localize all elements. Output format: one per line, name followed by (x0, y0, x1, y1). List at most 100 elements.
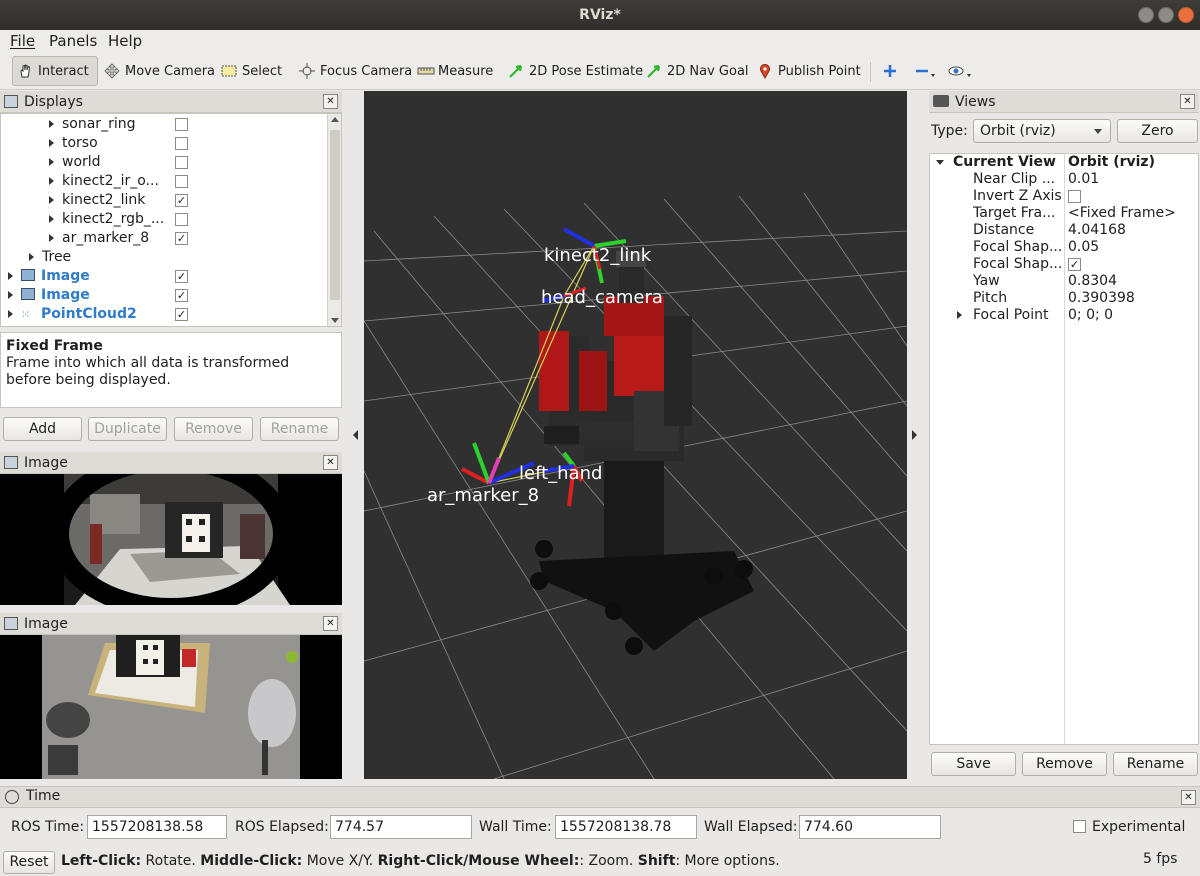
tree-item-kinect2-rgb[interactable]: kinect2_rgb_... (49, 210, 164, 229)
prop-row-yaw[interactable]: Yaw 0.8304 (930, 273, 1198, 290)
rename-display-button[interactable]: Rename (260, 417, 339, 441)
expand-arrow-icon[interactable] (49, 139, 54, 147)
prop-value[interactable]: <Fixed Frame> (1068, 205, 1176, 222)
scrollbar-thumb[interactable] (330, 130, 340, 300)
checkbox-torso[interactable] (175, 137, 188, 150)
focal-shape-checkbox[interactable]: ✓ (1068, 258, 1081, 271)
remove-view-button[interactable]: Remove (1022, 752, 1107, 776)
prop-value[interactable]: 0; 0; 0 (1068, 307, 1113, 324)
expand-arrow-icon[interactable] (8, 291, 13, 299)
minimize-button[interactable] (1138, 7, 1154, 23)
scroll-up-icon[interactable] (331, 117, 339, 122)
checkbox-world[interactable] (175, 156, 188, 169)
view-type-select[interactable]: Orbit (rviz) (973, 119, 1111, 143)
collapse-right-arrow-icon[interactable] (912, 430, 917, 440)
prop-row-focal-shape-fixed[interactable]: Focal Shap... ✓ (930, 256, 1198, 273)
close-time-button[interactable]: ✕ (1181, 790, 1196, 805)
expand-arrow-icon[interactable] (8, 272, 13, 280)
2d-pose-estimate-tool[interactable]: 2D Pose Estimate (504, 56, 647, 86)
duplicate-display-button[interactable]: Duplicate (88, 417, 167, 441)
move-camera-tool[interactable]: Move Camera (100, 56, 219, 86)
expand-arrow-icon[interactable] (8, 310, 13, 318)
tree-item-pointcloud2[interactable]: ⁙ PointCloud2 (8, 305, 137, 324)
tree-item-image-2[interactable]: Image (8, 286, 90, 305)
checkbox-kinect2-ir[interactable] (175, 175, 188, 188)
experimental-checkbox[interactable] (1073, 820, 1086, 833)
tf-label-ar-marker-8: ar_marker_8 (427, 485, 539, 506)
interact-tool[interactable]: Interact (12, 56, 98, 86)
prop-row-distance[interactable]: Distance 4.04168 (930, 222, 1198, 239)
current-view-row[interactable]: Current View Orbit (rviz) (930, 154, 1198, 171)
invert-z-checkbox[interactable] (1068, 190, 1081, 203)
add-display-button[interactable]: Add (3, 417, 82, 441)
reset-button[interactable]: Reset (3, 851, 55, 874)
wall-time-field[interactable]: 1557208138.78 (555, 815, 697, 839)
2d-nav-goal-tool[interactable]: 2D Nav Goal (642, 56, 753, 86)
select-tool[interactable]: Select (217, 56, 286, 86)
prop-value[interactable]: 0.390398 (1068, 290, 1135, 307)
prop-row-focal-shape-size[interactable]: Focal Shap... 0.05 (930, 239, 1198, 256)
rename-view-button[interactable]: Rename (1113, 752, 1198, 776)
prop-value[interactable]: 0.05 (1068, 239, 1099, 256)
checkbox-kinect2-link[interactable]: ✓ (175, 194, 188, 207)
expand-arrow-icon[interactable] (49, 196, 54, 204)
remove-display-button[interactable]: Remove (174, 417, 253, 441)
maximize-button[interactable] (1158, 7, 1174, 23)
menu-panels[interactable]: Panels (49, 32, 97, 50)
tree-item-sonar-ring[interactable]: sonar_ring (49, 115, 135, 134)
checkbox-pointcloud2[interactable]: ✓ (175, 308, 188, 321)
checkbox-image-2[interactable]: ✓ (175, 289, 188, 302)
tree-item-kinect2-ir[interactable]: kinect2_ir_o... (49, 172, 159, 191)
prop-row-invert-z[interactable]: Invert Z Axis (930, 188, 1198, 205)
displays-scrollbar[interactable] (327, 114, 341, 326)
checkbox-image-1[interactable]: ✓ (175, 270, 188, 283)
tree-item-image-1[interactable]: Image (8, 267, 90, 286)
scroll-down-icon[interactable] (331, 318, 339, 323)
close-window-button[interactable] (1178, 7, 1194, 23)
measure-tool[interactable]: Measure (413, 56, 497, 86)
ros-elapsed-field[interactable]: 774.57 (330, 815, 472, 839)
focus-camera-tool[interactable]: Focus Camera (295, 56, 416, 86)
ros-time-field[interactable]: 1557208138.58 (87, 815, 227, 839)
tree-item-tree[interactable]: Tree (29, 248, 71, 267)
tree-item-ar-marker-8[interactable]: ar_marker_8 (49, 229, 149, 248)
menu-file[interactable]: File (10, 32, 35, 50)
expand-arrow-icon[interactable] (49, 177, 54, 185)
tree-item-world[interactable]: world (49, 153, 101, 172)
checkbox-kinect2-rgb[interactable] (175, 213, 188, 226)
close-image-panel-2-button[interactable]: ✕ (323, 616, 338, 631)
close-views-button[interactable]: ✕ (1180, 94, 1195, 109)
prop-value[interactable]: 0.8304 (1068, 273, 1117, 290)
prop-row-target-frame[interactable]: Target Fra... <Fixed Frame> (930, 205, 1198, 222)
checkbox-sonar-ring[interactable] (175, 118, 188, 131)
prop-row-focal-point[interactable]: Focal Point 0; 0; 0 (930, 307, 1198, 324)
prop-row-near-clip[interactable]: Near Clip ... 0.01 (930, 171, 1198, 188)
3d-render-view[interactable]: kinect2_link head_camera left_hand ar_ma… (364, 91, 907, 779)
collapse-arrow-icon[interactable] (936, 160, 944, 165)
tool-visibility-button[interactable] (944, 56, 973, 86)
expand-arrow-icon[interactable] (49, 215, 54, 223)
save-view-button[interactable]: Save (931, 752, 1016, 776)
prop-value[interactable]: 0.01 (1068, 171, 1099, 188)
wall-elapsed-field[interactable]: 774.60 (799, 815, 941, 839)
close-image-panel-1-button[interactable]: ✕ (323, 455, 338, 470)
tree-item-torso[interactable]: torso (49, 134, 98, 153)
collapse-left-arrow-icon[interactable] (353, 430, 358, 440)
publish-point-tool[interactable]: Publish Point (753, 56, 865, 86)
prop-row-pitch[interactable]: Pitch 0.390398 (930, 290, 1198, 307)
add-tool-button[interactable] (878, 56, 907, 86)
remove-tool-button[interactable] (910, 56, 939, 86)
menu-help[interactable]: Help (108, 32, 142, 50)
camera-image-view-1[interactable] (0, 474, 342, 605)
prop-value[interactable]: 4.04168 (1068, 222, 1126, 239)
close-displays-button[interactable]: ✕ (323, 94, 338, 109)
expand-arrow-icon[interactable] (957, 311, 962, 319)
tree-item-kinect2-link[interactable]: kinect2_link (49, 191, 145, 210)
zero-button[interactable]: Zero (1117, 119, 1198, 143)
expand-arrow-icon[interactable] (49, 234, 54, 242)
camera-image-view-2[interactable] (0, 635, 342, 779)
checkbox-ar-marker-8[interactable]: ✓ (175, 232, 188, 245)
expand-arrow-icon[interactable] (49, 120, 54, 128)
expand-arrow-icon[interactable] (29, 253, 34, 261)
expand-arrow-icon[interactable] (49, 158, 54, 166)
